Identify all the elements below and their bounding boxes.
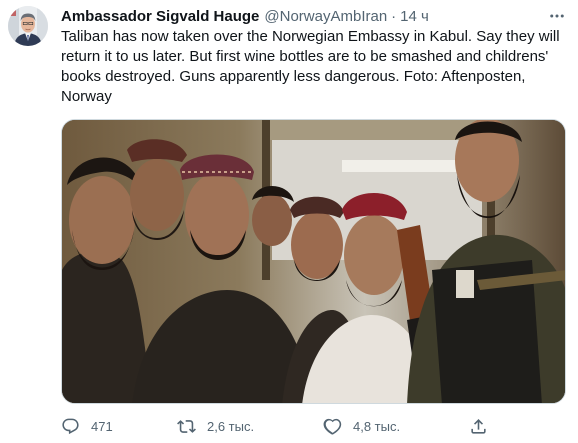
author-name[interactable]: Ambassador Sigvald Hauge bbox=[61, 8, 259, 25]
tweet-header: Ambassador Sigvald Hauge @NorwayAmbIran … bbox=[61, 6, 552, 26]
like-button[interactable]: 4,8 тыс. bbox=[323, 414, 400, 438]
reply-icon bbox=[62, 418, 79, 434]
avatar-image bbox=[8, 6, 48, 46]
retweet-button[interactable]: 2,6 тыс. bbox=[177, 414, 254, 438]
retweet-count: 2,6 тыс. bbox=[207, 418, 255, 434]
author-avatar[interactable] bbox=[8, 6, 48, 46]
header-separator: · bbox=[391, 7, 397, 25]
more-dots-icon bbox=[550, 14, 564, 18]
like-count: 4,8 тыс. bbox=[353, 418, 401, 434]
tweet-text: Taliban has now taken over the Norwegian… bbox=[61, 28, 560, 105]
more-options-button[interactable] bbox=[546, 6, 568, 26]
author-handle[interactable]: @NorwayAmbIran bbox=[264, 8, 387, 25]
tweet-timestamp[interactable]: 14 ч bbox=[400, 8, 429, 25]
heart-icon bbox=[323, 418, 342, 435]
tweet[interactable]: Ambassador Sigvald Hauge @NorwayAmbIran … bbox=[0, 0, 578, 443]
reply-button[interactable]: 471 bbox=[61, 414, 113, 438]
retweet-icon bbox=[177, 419, 196, 433]
tweet-photo[interactable] bbox=[61, 119, 566, 404]
photo-image bbox=[62, 120, 565, 403]
reply-count: 471 bbox=[91, 418, 113, 434]
share-icon bbox=[471, 418, 486, 434]
share-button[interactable] bbox=[469, 414, 488, 438]
tweet-actions: 471 2,6 тыс. 4,8 тыс. bbox=[61, 414, 566, 438]
